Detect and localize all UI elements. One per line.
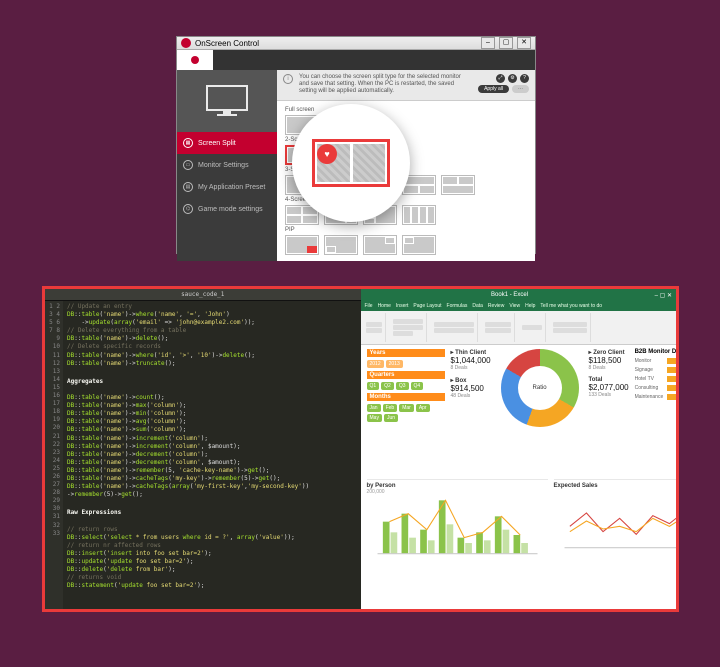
menu-item[interactable]: Data	[472, 303, 483, 309]
kpi-area: ▸ Thin Client $1,044,000 8 Deals ▸ Box $…	[451, 349, 629, 473]
kpi-thin: ▸ Thin Client $1,044,000 8 Deals	[451, 349, 491, 371]
maximize-button[interactable]: ▢	[499, 37, 513, 49]
brand-badge	[177, 50, 213, 70]
info-icon: i	[283, 74, 293, 84]
left-sidebar: ▦ Screen Split ▭ Monitor Settings ▤ My A…	[177, 70, 277, 261]
excel-title: Book1 - Excel	[491, 292, 528, 298]
nav-label: My Application Preset	[198, 184, 265, 191]
heart-icon: ♥	[317, 144, 337, 164]
apply-all-button[interactable]: Apply all	[478, 85, 509, 93]
layout-pip-a[interactable]	[285, 235, 319, 255]
hbar-title: B2B Monitor Deals	[635, 349, 676, 355]
donut-chart: Ratio	[501, 349, 579, 427]
nav-app-preset[interactable]: ▤ My Application Preset	[177, 176, 277, 198]
nav-game-mode[interactable]: ⌬ Game mode settings	[177, 198, 277, 220]
menu-item[interactable]: Page Layout	[413, 303, 441, 309]
app-icon	[181, 38, 191, 48]
kpi-zero: ▸ Zero Client $118,500 8 Deals	[589, 349, 629, 371]
filter-years[interactable]: 20122013	[367, 360, 445, 368]
menu-item[interactable]: Formulas	[447, 303, 468, 309]
zoom-preview: ♥	[292, 104, 410, 222]
monitor-preview	[177, 70, 277, 132]
layout-4d[interactable]	[402, 205, 436, 225]
filter-pill[interactable]: May	[367, 414, 382, 422]
app-icon: ▤	[183, 182, 193, 192]
action-expand-icon[interactable]: ⤢	[496, 74, 505, 83]
excel-titlebar[interactable]: Book1 - Excel – ▢ ✕	[361, 289, 677, 301]
menu-item[interactable]: Review	[488, 303, 504, 309]
menu-item[interactable]: View	[509, 303, 520, 309]
monitor-small-icon: ▭	[183, 160, 193, 170]
filter-months[interactable]: JanFebMarApr MayJun	[367, 404, 445, 422]
kpi-total: Total $2,077,000 133 Deals	[589, 377, 629, 398]
excel-menu[interactable]: File Home Insert Page Layout Formulas Data Rev…	[361, 301, 677, 311]
layout-pip-d[interactable]	[402, 235, 436, 255]
menu-item[interactable]: File	[365, 303, 373, 309]
filter-pill[interactable]: Q1	[367, 382, 380, 390]
expected-sales-chart: Expected Sales	[554, 479, 676, 605]
menu-item[interactable]: Insert	[396, 303, 409, 309]
section-pip: PIP	[285, 227, 527, 233]
layout-pip-c[interactable]	[363, 235, 397, 255]
filter-pill[interactable]: Feb	[383, 404, 398, 412]
spreadsheet-pane: Book1 - Excel – ▢ ✕ File Home Insert Page L…	[361, 289, 677, 609]
monitor-icon	[205, 84, 249, 118]
gamepad-icon: ⌬	[183, 204, 193, 214]
nav-label: Monitor Settings	[198, 162, 249, 169]
minimize-button[interactable]: –	[481, 37, 495, 49]
filter-pill[interactable]: Q2	[381, 382, 394, 390]
filter-pill[interactable]: Mar	[399, 404, 414, 412]
dashboard-body: Years 20122013 Quarters Q1Q2Q3Q4 Months …	[361, 345, 677, 609]
titlebar[interactable]: OnScreen Control – ▢ ✕	[177, 37, 535, 50]
zoom-layout-tile: ♥	[312, 139, 390, 187]
filter-pill[interactable]: Q3	[396, 382, 409, 390]
nav-label: Game mode settings	[198, 206, 263, 213]
code-editor-pane: sauce_code_1 1 2 3 4 5 6 7 8 9 10 11 12 …	[45, 289, 361, 609]
window-title: OnScreen Control	[195, 39, 259, 48]
info-strip: i You can choose the screen split type f…	[277, 70, 535, 101]
filter-pill[interactable]: Jan	[367, 404, 381, 412]
filter-pill[interactable]: 2012	[367, 360, 384, 368]
filter-pill[interactable]: 2013	[386, 360, 403, 368]
filter-pill[interactable]: Q4	[411, 382, 424, 390]
close-button[interactable]: ✕	[517, 37, 531, 49]
info-message: You can choose the screen split type for…	[299, 74, 472, 96]
excel-ribbon[interactable]	[361, 311, 677, 345]
filter-column: Years 20122013 Quarters Q1Q2Q3Q4 Months …	[367, 349, 445, 473]
sidebar-nav: ▦ Screen Split ▭ Monitor Settings ▤ My A…	[177, 132, 277, 220]
layout-3e[interactable]	[441, 175, 475, 195]
secondary-button[interactable]: ⋯	[512, 85, 529, 93]
hbar-chart: B2B Monitor Deals MonitorSignageHotel TV…	[635, 349, 676, 473]
filter-quarters-head: Quarters	[367, 371, 445, 379]
by-person-chart: by Person 200,000	[367, 479, 548, 605]
line-gutter: 1 2 3 4 5 6 7 8 9 10 11 12 13 14 15 16 1…	[45, 301, 63, 609]
menu-item[interactable]: Home	[378, 303, 391, 309]
filter-pill[interactable]: Jun	[384, 414, 398, 422]
code-content[interactable]: // Update an entry DB::table('name')->wh…	[63, 301, 361, 609]
code-tab[interactable]: sauce_code_1	[45, 289, 361, 301]
nav-screen-split[interactable]: ▦ Screen Split	[177, 132, 277, 154]
action-settings-icon[interactable]: ⚙	[508, 74, 517, 83]
donut-label: Ratio	[518, 366, 562, 410]
menu-item[interactable]: Help	[525, 303, 535, 309]
filter-pill[interactable]: Apr	[416, 404, 430, 412]
nav-label: Screen Split	[198, 140, 236, 147]
filter-years-head: Years	[367, 349, 445, 357]
kpi-box: ▸ Box $914,500 48 Deals	[451, 377, 491, 399]
menu-item[interactable]: Tell me what you want to do	[540, 303, 602, 309]
filter-months-head: Months	[367, 393, 445, 401]
brand-dot-icon	[191, 56, 199, 64]
grid-icon: ▦	[183, 138, 193, 148]
filter-quarters[interactable]: Q1Q2Q3Q4	[367, 382, 445, 390]
split-result-frame: sauce_code_1 1 2 3 4 5 6 7 8 9 10 11 12 …	[42, 286, 679, 612]
action-help-icon[interactable]: ?	[520, 74, 529, 83]
nav-monitor-settings[interactable]: ▭ Monitor Settings	[177, 154, 277, 176]
layout-pip-b[interactable]	[324, 235, 358, 255]
logo-bar	[177, 50, 535, 70]
